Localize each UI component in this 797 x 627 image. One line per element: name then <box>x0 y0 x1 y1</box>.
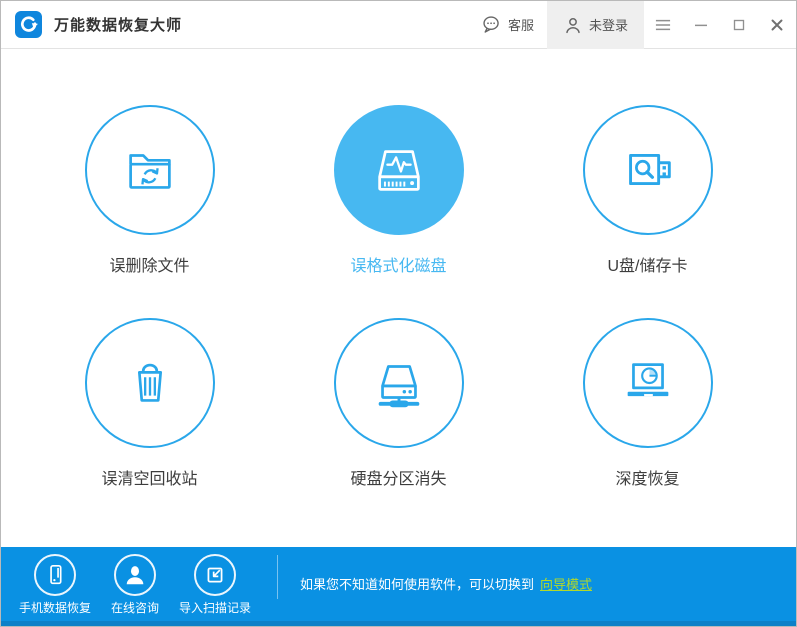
mode-lost-partition[interactable]: 硬盘分区消失 <box>314 318 484 489</box>
mode-recycle-bin[interactable]: 误清空回收站 <box>65 318 235 489</box>
mode-label: 深度恢复 <box>615 465 679 489</box>
footer-help-text: 如果您不知道如何使用软件，可以切换到 <box>300 574 534 593</box>
close-button[interactable] <box>758 1 796 49</box>
trash-icon <box>85 318 215 448</box>
app-window: 万能数据恢复大师 客服 未登录 <box>0 0 797 627</box>
usb-search-icon <box>583 105 713 235</box>
login-button[interactable]: 未登录 <box>547 1 644 49</box>
person-icon <box>114 554 156 596</box>
hamburger-icon <box>653 15 673 35</box>
mode-label: 误删除文件 <box>109 252 189 276</box>
title-bar: 万能数据恢复大师 客服 未登录 <box>1 1 796 49</box>
maximize-icon <box>730 16 748 34</box>
mode-label: 误清空回收站 <box>101 465 197 489</box>
mode-label: U盘/储存卡 <box>607 252 687 276</box>
login-label: 未登录 <box>589 15 628 34</box>
close-icon <box>768 16 786 34</box>
footer-action-label: 手机数据恢复 <box>19 599 91 616</box>
footer-bar: 手机数据恢复 在线咨询 导入扫描记录 如果您不知 <box>1 547 796 626</box>
mode-formatted-disk[interactable]: 误格式化磁盘 <box>314 105 484 276</box>
import-scan-button[interactable]: 导入扫描记录 <box>175 547 255 621</box>
footer-divider <box>277 555 278 599</box>
customer-service-label: 客服 <box>508 15 534 34</box>
footer-action-label: 导入扫描记录 <box>179 599 251 616</box>
footer-help: 如果您不知道如何使用软件，可以切换到 向导模式 <box>300 547 592 621</box>
mode-label: 误格式化磁盘 <box>350 252 446 276</box>
laptop-pie-icon <box>583 318 713 448</box>
import-icon <box>194 554 236 596</box>
app-title: 万能数据恢复大师 <box>54 14 182 35</box>
disk-network-icon <box>334 318 464 448</box>
minimize-button[interactable] <box>682 1 720 49</box>
mode-deleted-files[interactable]: 误删除文件 <box>65 105 235 276</box>
minimize-icon <box>692 16 710 34</box>
menu-button[interactable] <box>644 1 682 49</box>
folder-recycle-icon <box>85 105 215 235</box>
user-icon <box>563 15 583 35</box>
wizard-mode-link[interactable]: 向导模式 <box>540 574 592 593</box>
online-consult-button[interactable]: 在线咨询 <box>95 547 175 621</box>
app-logo-icon <box>15 11 42 38</box>
footer-action-label: 在线咨询 <box>111 599 159 616</box>
disk-pulse-icon <box>334 105 464 235</box>
recovery-mode-grid: 误删除文件 误格式化磁盘 <box>1 49 796 547</box>
chat-bubble-icon <box>481 14 502 35</box>
mode-deep-recovery[interactable]: 深度恢复 <box>563 318 733 489</box>
phone-recovery-button[interactable]: 手机数据恢复 <box>15 547 95 621</box>
customer-service-button[interactable]: 客服 <box>468 1 547 49</box>
mode-usb-card[interactable]: U盘/储存卡 <box>563 105 733 276</box>
mode-label: 硬盘分区消失 <box>350 465 446 489</box>
phone-icon <box>34 554 76 596</box>
maximize-button[interactable] <box>720 1 758 49</box>
window-controls <box>644 1 796 49</box>
